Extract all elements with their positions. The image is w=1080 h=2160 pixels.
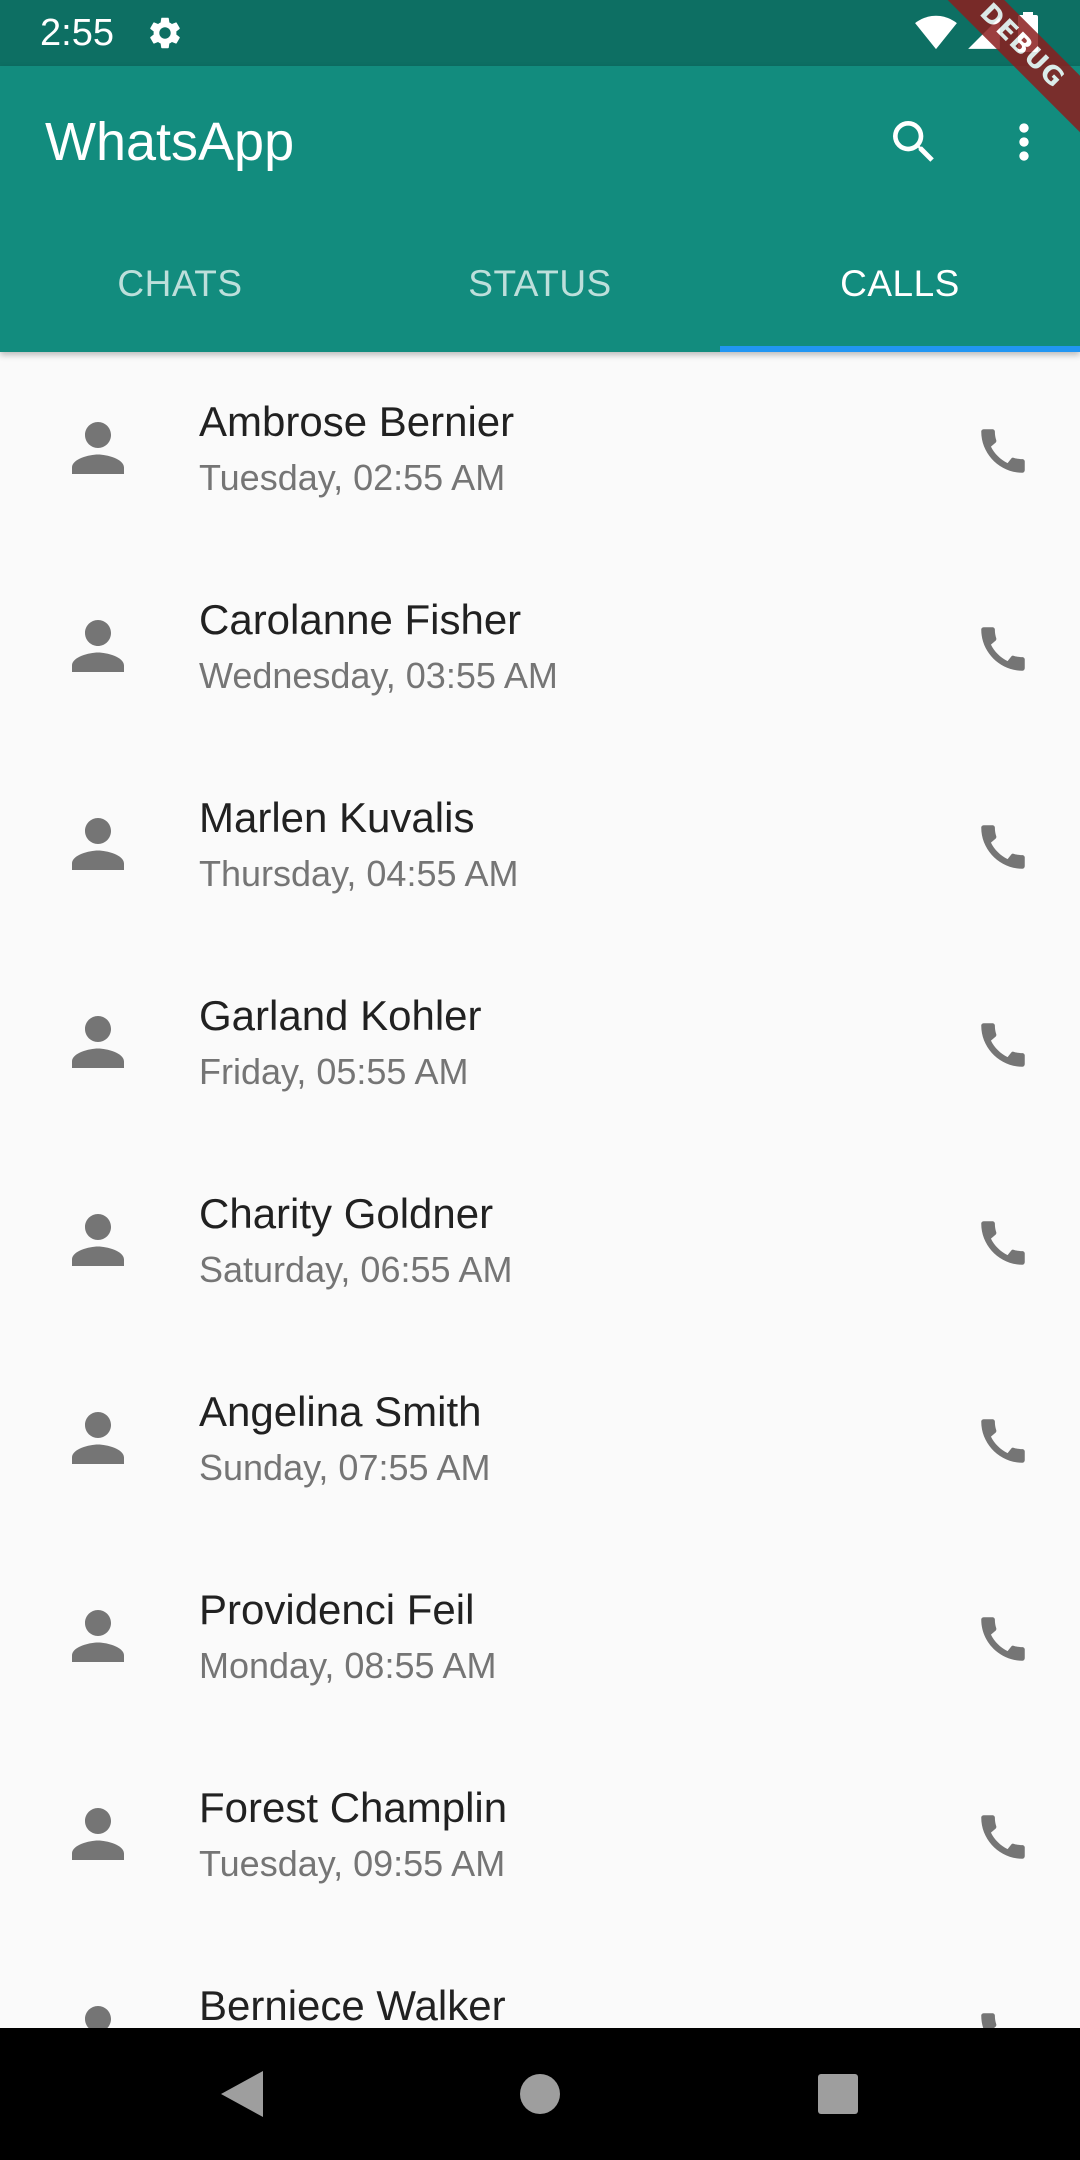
call-button[interactable] bbox=[970, 1606, 1036, 1672]
call-list-item[interactable]: Forest Champlin Tuesday, 09:55 AM bbox=[0, 1738, 1080, 1936]
call-list-item[interactable]: Marlen Kuvalis Thursday, 04:55 AM bbox=[0, 748, 1080, 946]
phone-icon bbox=[981, 1617, 1025, 1661]
person-icon bbox=[72, 1808, 124, 1860]
call-time: Monday, 08:55 AM bbox=[199, 1645, 497, 1686]
app-title: WhatsApp bbox=[45, 112, 295, 172]
tab-chats[interactable]: CHATS bbox=[0, 216, 360, 352]
phone-icon bbox=[981, 1221, 1025, 1265]
back-button[interactable] bbox=[196, 2048, 288, 2140]
call-time: Wednesday, 03:55 AM bbox=[199, 655, 558, 696]
status-time: 2:55 bbox=[40, 12, 114, 54]
call-button[interactable] bbox=[970, 1804, 1036, 1870]
tab-bar: CHATS STATUS CALLS bbox=[0, 216, 1080, 352]
call-button[interactable] bbox=[970, 814, 1036, 880]
call-list-item[interactable]: Garland Kohler Friday, 05:55 AM bbox=[0, 946, 1080, 1144]
app-bar: WhatsApp CHATS STATUS CALLS bbox=[0, 66, 1080, 352]
call-button[interactable] bbox=[970, 418, 1036, 484]
phone-icon bbox=[981, 1815, 1025, 1859]
back-icon bbox=[221, 2071, 263, 2117]
call-button[interactable] bbox=[970, 2002, 1036, 2028]
more-options-button[interactable] bbox=[988, 106, 1060, 178]
call-list-item[interactable]: Charity Goldner Saturday, 06:55 AM bbox=[0, 1144, 1080, 1342]
caller-name: Carolanne Fisher bbox=[199, 596, 522, 643]
home-icon bbox=[520, 2074, 560, 2114]
call-time: Tuesday, 09:55 AM bbox=[199, 1843, 506, 1884]
call-button[interactable] bbox=[970, 1012, 1036, 1078]
person-icon bbox=[72, 1610, 124, 1662]
person-icon bbox=[72, 620, 124, 672]
phone-icon bbox=[981, 2013, 997, 2028]
recents-button[interactable] bbox=[792, 2048, 884, 2140]
app-screen: 2:55 DEBUG WhatsApp CHATS STATUS CALLS A… bbox=[0, 0, 1080, 2160]
call-list-item[interactable]: Angelina Smith Sunday, 07:55 AM bbox=[0, 1342, 1080, 1540]
call-time: Saturday, 06:55 AM bbox=[199, 1249, 513, 1290]
call-button[interactable] bbox=[970, 1210, 1036, 1276]
caller-name: Forest Champlin bbox=[199, 1784, 508, 1831]
call-list-item[interactable]: Providenci Feil Monday, 08:55 AM bbox=[0, 1540, 1080, 1738]
gear-icon bbox=[146, 14, 184, 52]
caller-name: Ambrose Bernier bbox=[199, 398, 515, 445]
caller-name: Garland Kohler bbox=[199, 992, 482, 1039]
status-bar: 2:55 bbox=[0, 0, 1080, 66]
phone-icon bbox=[981, 1419, 1025, 1463]
call-list-item[interactable]: Carolanne Fisher Wednesday, 03:55 AM bbox=[0, 550, 1080, 748]
wifi-icon bbox=[914, 14, 958, 50]
person-icon bbox=[72, 2006, 124, 2028]
caller-name: Berniece Walker bbox=[199, 1982, 506, 2028]
caller-name: Charity Goldner bbox=[199, 1190, 494, 1237]
person-icon bbox=[72, 1412, 124, 1464]
recents-icon bbox=[818, 2074, 858, 2114]
caller-name: Providenci Feil bbox=[199, 1586, 475, 1633]
search-icon bbox=[893, 121, 934, 162]
more-vert-icon bbox=[1019, 123, 1029, 161]
calls-list[interactable]: Ambrose Bernier Tuesday, 02:55 AM Carola… bbox=[0, 352, 1080, 2028]
search-button[interactable] bbox=[878, 106, 950, 178]
call-list-item[interactable]: Ambrose Bernier Tuesday, 02:55 AM bbox=[0, 352, 1080, 550]
navigation-bar bbox=[0, 2028, 1080, 2160]
phone-icon bbox=[981, 627, 1025, 671]
person-icon bbox=[72, 818, 124, 870]
call-button[interactable] bbox=[970, 616, 1036, 682]
person-icon bbox=[72, 1016, 124, 1068]
tab-status[interactable]: STATUS bbox=[360, 216, 720, 352]
call-list-item[interactable]: Berniece Walker bbox=[0, 1936, 1080, 2028]
tab-calls[interactable]: CALLS bbox=[720, 216, 1080, 352]
call-time: Friday, 05:55 AM bbox=[199, 1051, 469, 1092]
person-icon bbox=[72, 1214, 124, 1266]
caller-name: Marlen Kuvalis bbox=[199, 794, 475, 841]
caller-name: Angelina Smith bbox=[199, 1388, 482, 1435]
phone-icon bbox=[981, 825, 1025, 869]
call-time: Thursday, 04:55 AM bbox=[199, 853, 519, 894]
phone-icon bbox=[981, 1023, 1025, 1067]
home-button[interactable] bbox=[494, 2048, 586, 2140]
call-time: Tuesday, 02:55 AM bbox=[199, 457, 506, 498]
person-icon bbox=[72, 422, 124, 474]
call-time: Sunday, 07:55 AM bbox=[199, 1447, 491, 1488]
phone-icon bbox=[981, 429, 1025, 473]
call-button[interactable] bbox=[970, 1408, 1036, 1474]
